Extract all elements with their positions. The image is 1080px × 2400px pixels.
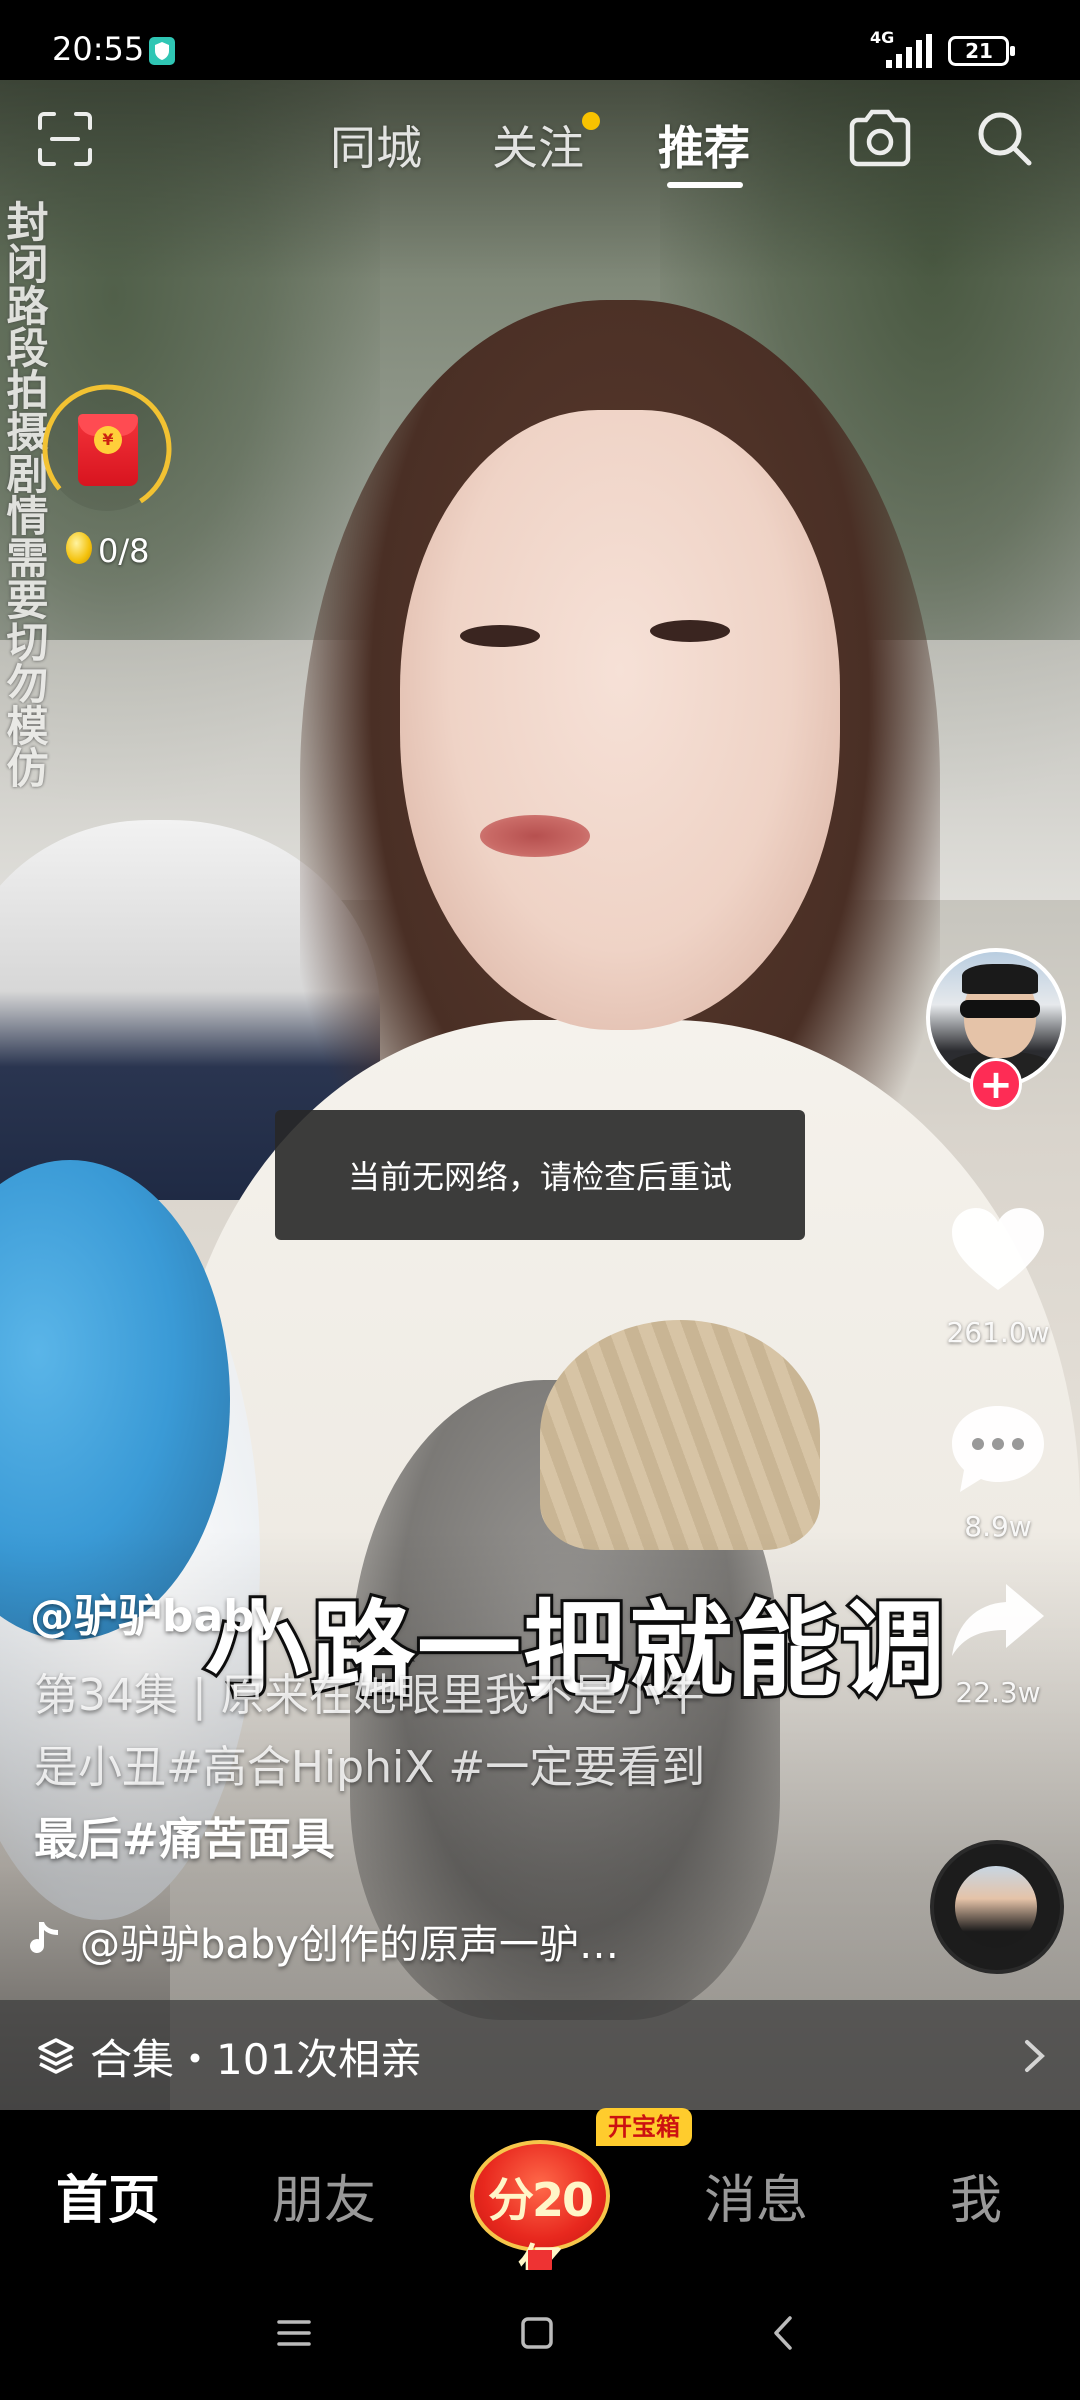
share-icon[interactable] <box>948 1580 1048 1660</box>
video-description[interactable]: 第34集 | 原来在她眼里我不是小牛 是小丑#高合HiphiX #一定要看到 最… <box>34 1660 834 1876</box>
person-face <box>400 410 840 1030</box>
active-tab-indicator <box>667 182 743 188</box>
chevron-right-icon[interactable] <box>1022 2038 1048 2074</box>
tab-nearby[interactable]: 同城 <box>330 112 422 178</box>
status-bar: 20:55 4G 21 <box>0 0 1080 80</box>
music-note-icon <box>30 1922 58 1954</box>
description-line-2: 是小丑#高合HiphiX #一定要看到 <box>34 1742 706 1793</box>
scan-icon[interactable] <box>36 110 94 168</box>
tab-friends[interactable]: 朋友 <box>272 2158 376 2233</box>
back-icon[interactable] <box>772 2314 794 2352</box>
gold-coin-icon <box>66 532 92 564</box>
tab-me[interactable]: 我 <box>950 2158 1002 2233</box>
music-info[interactable]: @驴驴baby创作的原声一驴… <box>80 1912 619 1970</box>
like-icon[interactable] <box>948 1204 1048 1294</box>
author-name[interactable]: @驴驴baby <box>30 1580 283 1644</box>
reward-progress: 0/8 <box>98 532 150 570</box>
promo-badge[interactable]: 开宝箱 <box>596 2108 692 2146</box>
notification-dot <box>582 112 600 130</box>
signal-icon <box>886 34 932 68</box>
tab-home[interactable]: 首页 <box>56 2158 160 2233</box>
comment-icon[interactable] <box>948 1402 1048 1498</box>
search-icon[interactable] <box>974 108 1034 168</box>
shield-icon <box>149 37 175 65</box>
description-line-3: 最后#痛苦面具 <box>34 1814 335 1865</box>
tab-messages[interactable]: 消息 <box>704 2158 808 2233</box>
collection-label[interactable]: 合集・101次相亲 <box>90 2026 422 2087</box>
tab-following[interactable]: 关注 <box>492 112 584 178</box>
follow-button[interactable]: + <box>970 1058 1022 1110</box>
battery-level: 21 <box>965 39 993 63</box>
music-disc-avatar <box>955 1866 1037 1948</box>
menu-icon[interactable] <box>276 2318 312 2348</box>
home-icon[interactable] <box>520 2316 554 2350</box>
share-count: 22.3w <box>955 1676 1041 1709</box>
network-error-toast: 当前无网络，请检查后重试 <box>275 1110 805 1240</box>
comment-count: 8.9w <box>964 1510 1032 1543</box>
status-time: 20:55 <box>52 30 145 68</box>
like-count: 261.0w <box>946 1316 1050 1349</box>
camera-icon[interactable] <box>846 108 914 168</box>
tab-recommended[interactable]: 推荐 <box>658 112 750 178</box>
stack-icon <box>38 2038 74 2074</box>
description-line-1: 第34集 | 原来在她眼里我不是小牛 <box>34 1670 705 1721</box>
